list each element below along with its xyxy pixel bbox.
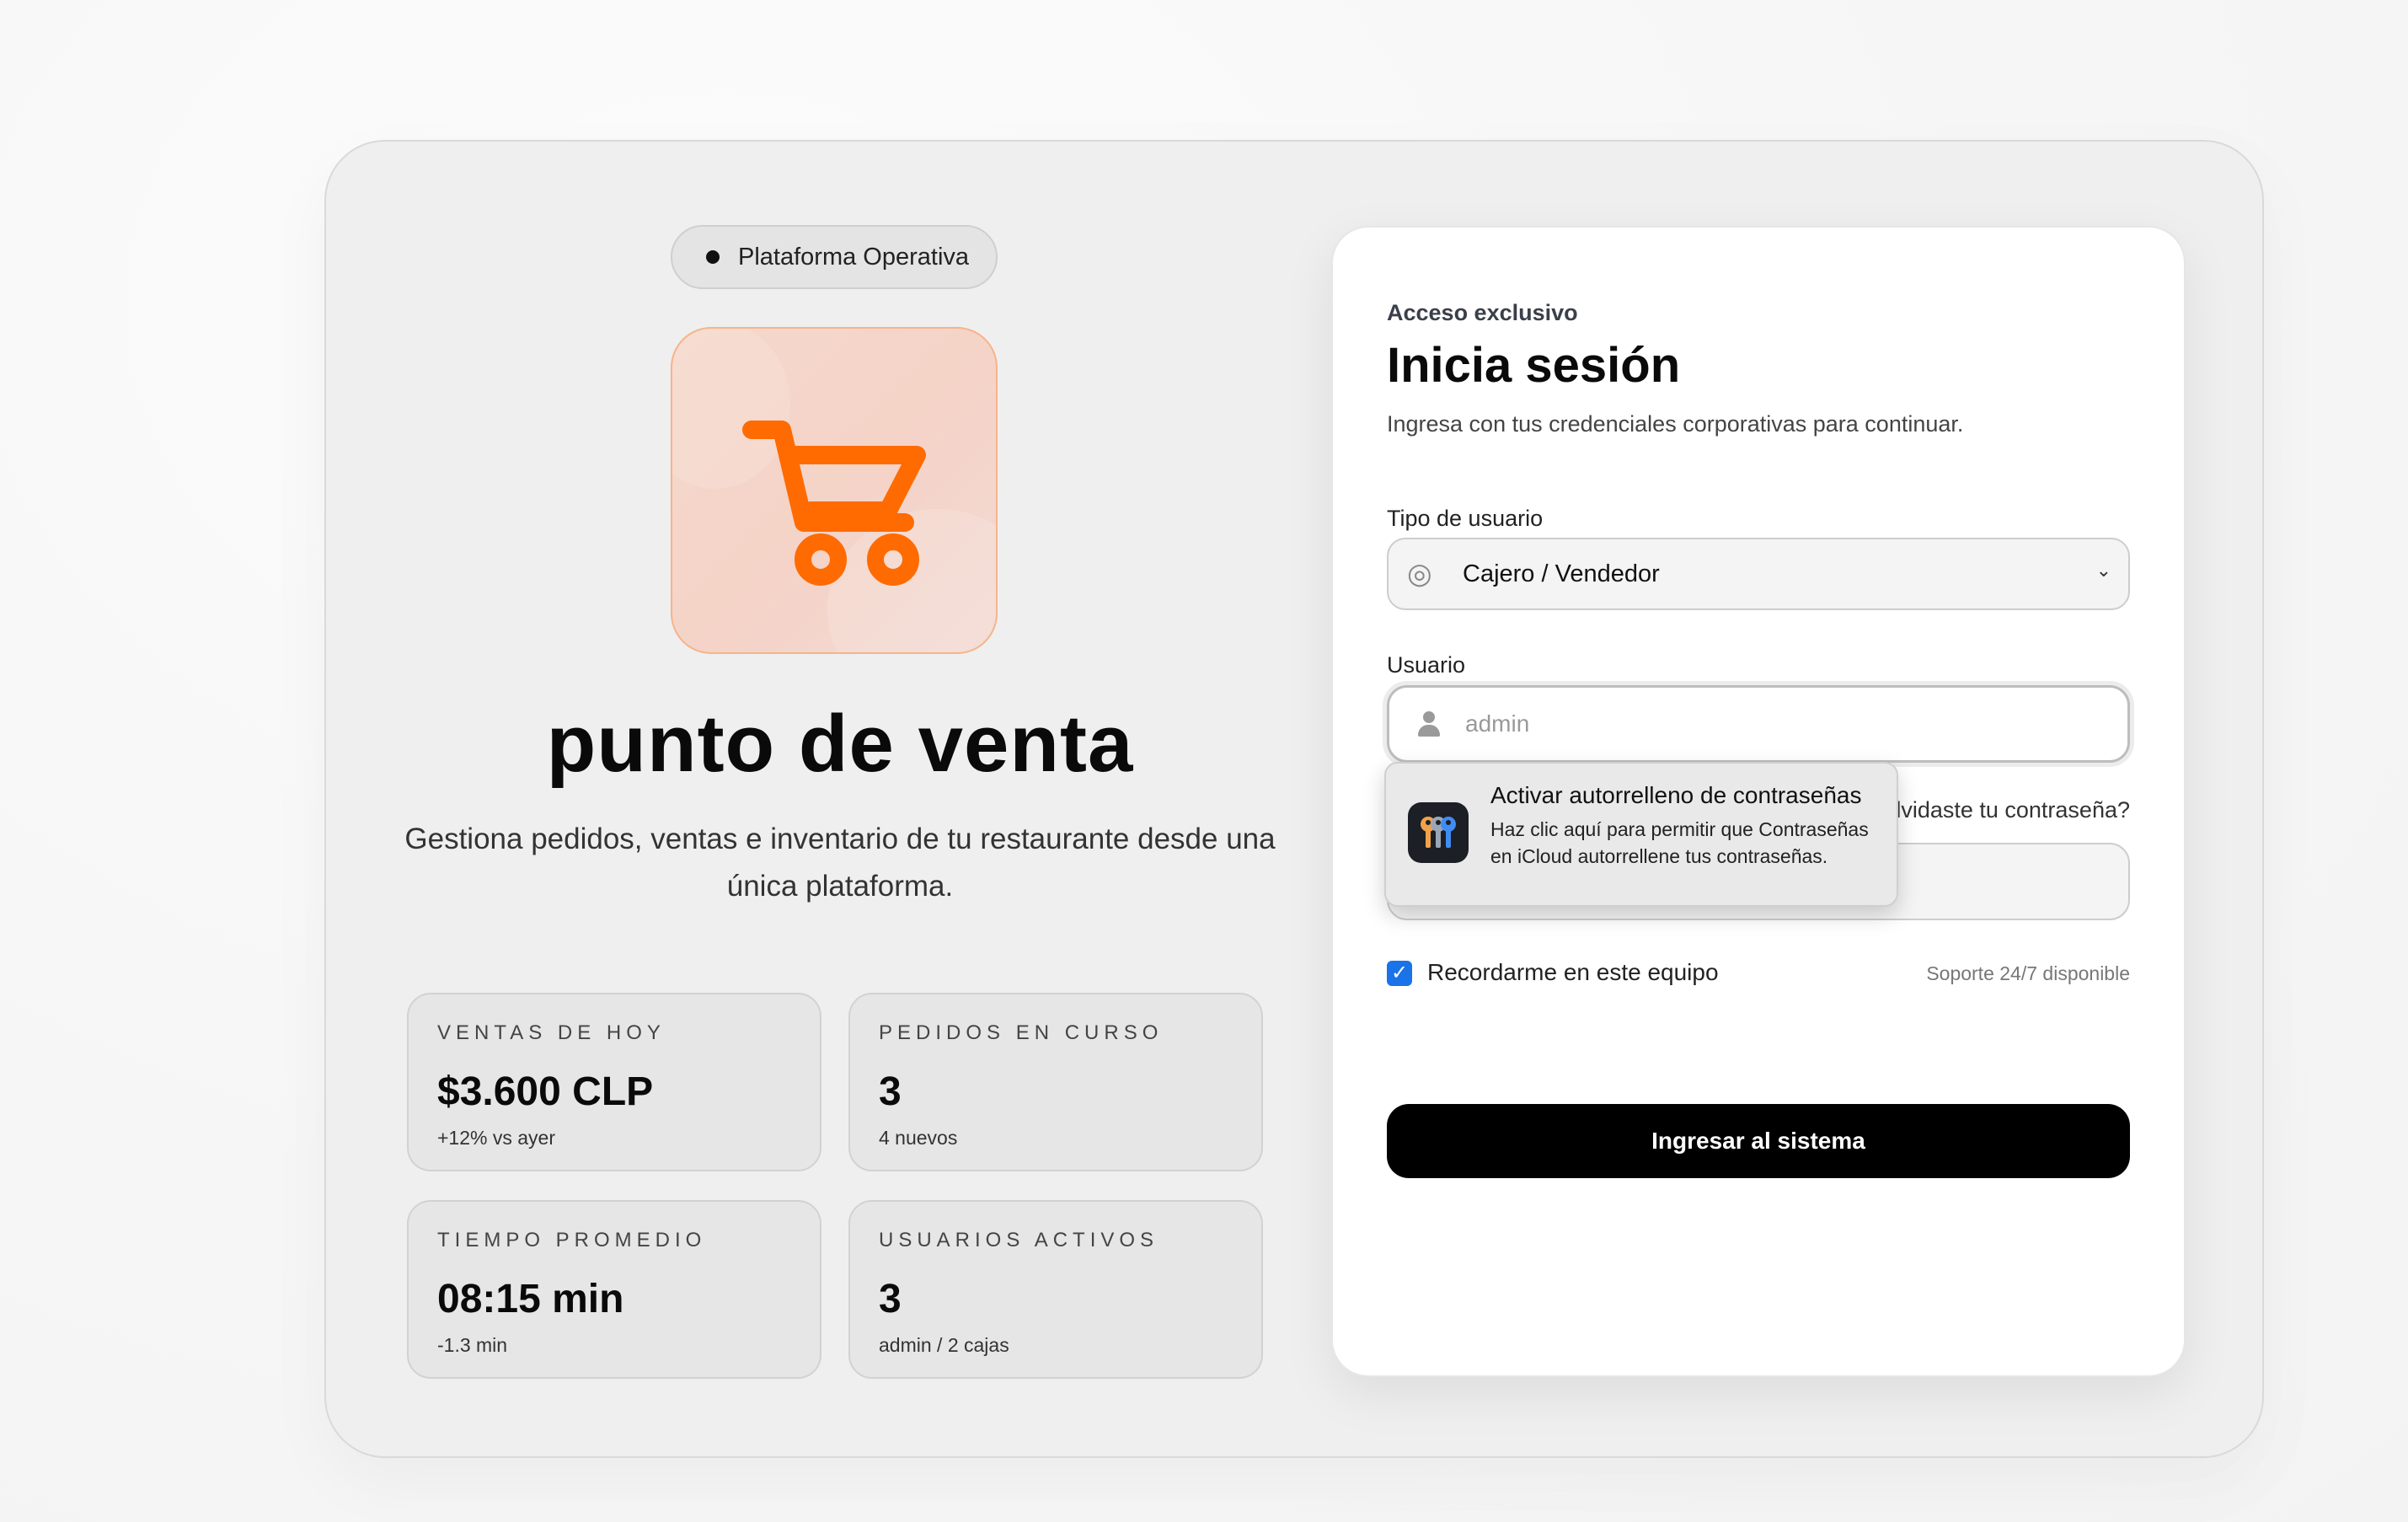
stat-label: USUARIOS ACTIVOS	[879, 1229, 1159, 1251]
remember-row: ✓ Recordarme en este equipo Soporte 24/7…	[1387, 957, 2130, 991]
brand-title: punto de venta	[546, 699, 1134, 789]
username-input[interactable]: admin	[1387, 685, 2130, 763]
shopping-cart-icon	[742, 421, 926, 586]
autofill-title: Activar autorrelleno de contraseñas	[1490, 782, 1862, 808]
support-text: Soporte 24/7 disponible	[1926, 962, 2130, 984]
stat-card-avg-time: TIEMPO PROMEDIO 08:15 min -1.3 min	[407, 1200, 821, 1379]
user-icon	[1416, 711, 1442, 737]
remember-label[interactable]: Recordarme en este equipo	[1427, 959, 1719, 986]
stat-label: TIEMPO PROMEDIO	[437, 1229, 707, 1251]
stat-note: admin / 2 cajas	[879, 1334, 1009, 1356]
stat-value: 3	[879, 1069, 902, 1114]
stat-label: VENTAS DE HOY	[437, 1021, 666, 1044]
username-value: admin	[1465, 710, 1530, 737]
chevron-down-icon: ⌄	[2095, 560, 2111, 581]
stat-label: PEDIDOS EN CURSO	[879, 1021, 1164, 1044]
status-text: Plataforma Operativa	[738, 243, 970, 271]
stats-grid: VENTAS DE HOY $3.600 CLP +12% vs ayer PE…	[407, 993, 1263, 1379]
gear-icon: ◎	[1407, 558, 1432, 590]
password-autofill-popover[interactable]: Activar autorrelleno de contraseñas Haz …	[1384, 762, 1898, 907]
status-dot-icon	[706, 250, 720, 264]
login-eyebrow: Acceso exclusivo	[1387, 300, 1578, 325]
stat-note: 4 nuevos	[879, 1127, 958, 1149]
stat-value: 3	[879, 1277, 902, 1321]
user-type-value: Cajero / Vendedor	[1463, 560, 1660, 587]
login-title: Inicia sesión	[1387, 338, 1681, 393]
stat-value: 08:15 min	[437, 1277, 624, 1321]
passwords-app-icon	[1408, 802, 1469, 863]
stat-card-active-users: USUARIOS ACTIVOS 3 admin / 2 cajas	[848, 1200, 1263, 1379]
login-description: Ingresa con tus credenciales corporativa…	[1387, 411, 1964, 437]
user-type-select[interactable]: ◎ Cajero / Vendedor ⌄	[1387, 538, 2130, 610]
app-shell: Plataforma Operativa punto de venta Gest…	[324, 140, 2264, 1458]
user-type-label: Tipo de usuario	[1387, 506, 1544, 531]
stat-card-sales: VENTAS DE HOY $3.600 CLP +12% vs ayer	[407, 993, 821, 1171]
username-label: Usuario	[1387, 652, 1466, 678]
stat-card-orders: PEDIDOS EN CURSO 3 4 nuevos	[848, 993, 1263, 1171]
stat-value: $3.600 CLP	[437, 1069, 654, 1114]
autofill-body: Haz clic aquí para permitir que Contrase…	[1490, 818, 1869, 867]
logo-tile	[671, 327, 998, 654]
brand-panel: Plataforma Operativa punto de venta Gest…	[326, 142, 1354, 1456]
submit-button[interactable]: Ingresar al sistema	[1387, 1104, 2130, 1178]
remember-checkbox[interactable]: ✓	[1387, 961, 1412, 986]
stat-note: +12% vs ayer	[437, 1127, 555, 1149]
stat-note: -1.3 min	[437, 1334, 508, 1356]
brand-subtitle: Gestiona pedidos, ventas e inventario de…	[404, 823, 1276, 903]
status-pill: Plataforma Operativa	[671, 225, 998, 289]
forgot-password-link[interactable]: ¿Olvidaste tu contraseña?	[1865, 797, 2130, 823]
